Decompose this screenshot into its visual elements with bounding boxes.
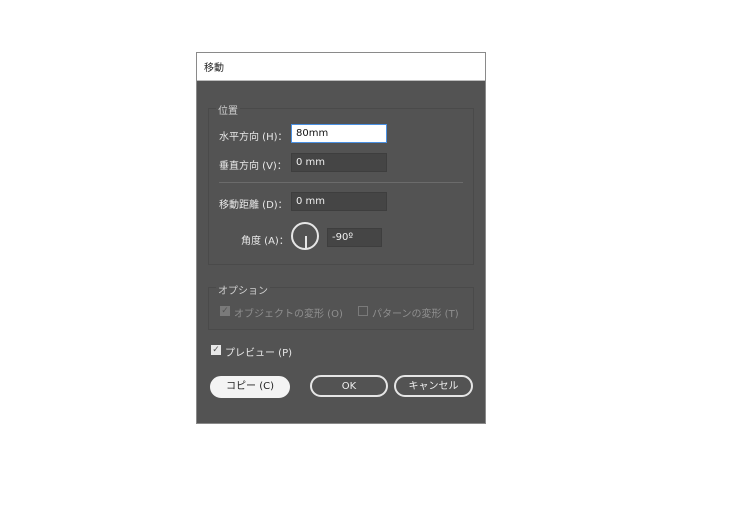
cancel-button[interactable]: キャンセル bbox=[394, 375, 473, 397]
angle-input[interactable]: -90º bbox=[327, 228, 382, 247]
copy-button[interactable]: コピー (C) bbox=[210, 376, 290, 398]
transform-patterns-checkbox[interactable] bbox=[358, 306, 368, 316]
dialog-title: 移動 bbox=[204, 63, 224, 74]
vertical-input[interactable]: 0 mm bbox=[291, 153, 387, 172]
angle-dial-hand bbox=[305, 236, 307, 248]
angle-label: 角度 (A)： bbox=[241, 236, 289, 247]
move-dialog: 移動 位置 水平方向 (H)： 80mm 垂直方向 (V)： 0 mm 移動距離… bbox=[196, 52, 486, 424]
title-bar[interactable]: 移動 bbox=[197, 53, 485, 81]
transform-patterns-label: パターンの変形 (T) bbox=[372, 309, 459, 320]
position-group-legend: 位置 bbox=[216, 102, 240, 117]
preview-checkbox[interactable]: ✓ bbox=[211, 345, 221, 355]
horizontal-input[interactable]: 80mm bbox=[291, 124, 387, 143]
horizontal-label: 水平方向 (H)： bbox=[219, 132, 288, 143]
preview-label: プレビュー (P) bbox=[225, 348, 293, 359]
ok-button[interactable]: OK bbox=[310, 375, 388, 397]
angle-dial[interactable] bbox=[291, 222, 319, 250]
transform-objects-label: オブジェクトの変形 (O) bbox=[234, 309, 343, 320]
distance-input[interactable]: 0 mm bbox=[291, 192, 387, 211]
vertical-label: 垂直方向 (V)： bbox=[219, 161, 287, 172]
distance-label: 移動距離 (D)： bbox=[219, 200, 288, 211]
position-separator bbox=[219, 182, 463, 183]
options-group-legend: オプション bbox=[216, 282, 270, 297]
transform-objects-checkbox[interactable]: ✓ bbox=[220, 306, 230, 316]
